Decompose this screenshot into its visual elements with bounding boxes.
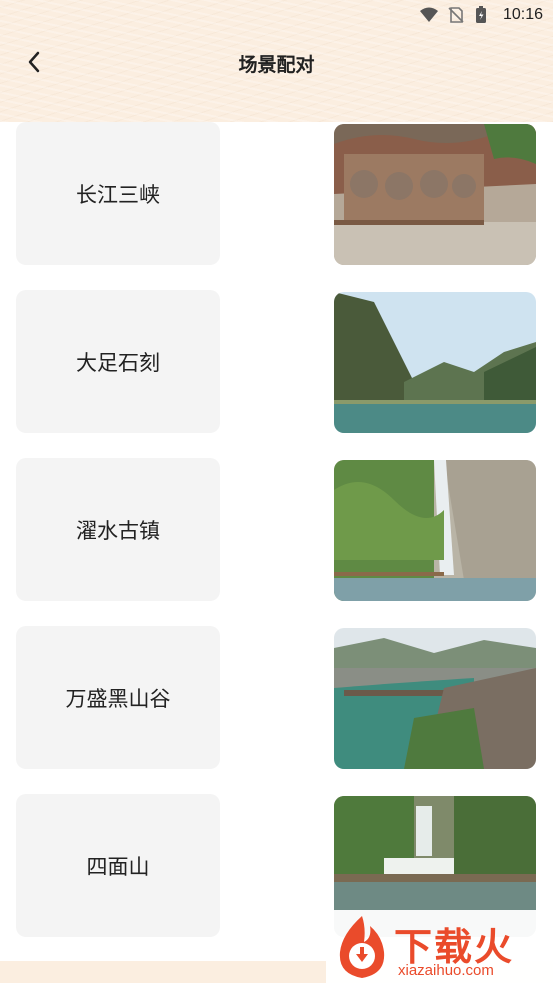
battery-icon bbox=[475, 6, 495, 24]
page-title: 场景配对 bbox=[238, 55, 315, 76]
no-sim-icon bbox=[447, 6, 467, 24]
watermark-domain: xiazaihuo.com bbox=[398, 962, 494, 979]
name-card-label: 四面山 bbox=[86, 855, 150, 879]
watermark: 下载火 xiazaihuo.com bbox=[326, 910, 553, 983]
scene-photo[interactable] bbox=[334, 292, 536, 433]
name-card[interactable]: 濯水古镇 bbox=[16, 458, 220, 601]
wifi-icon bbox=[419, 6, 439, 24]
name-card-label: 濯水古镇 bbox=[76, 519, 160, 543]
name-card[interactable]: 大足石刻 bbox=[16, 290, 220, 433]
pair-row: 濯水古镇 bbox=[0, 458, 553, 606]
name-card-label: 长江三峡 bbox=[76, 183, 160, 207]
pair-row: 万盛黑山谷 bbox=[0, 626, 553, 774]
name-card-label: 大足石刻 bbox=[76, 351, 160, 375]
name-card[interactable]: 四面山 bbox=[16, 794, 220, 937]
name-card[interactable]: 长江三峡 bbox=[16, 122, 220, 265]
scene-photo[interactable] bbox=[334, 460, 536, 601]
scene-photo[interactable] bbox=[334, 124, 536, 265]
status-bar: 10:16 bbox=[419, 0, 543, 30]
scene-photo[interactable] bbox=[334, 628, 536, 769]
header-bar: 10:16 场景配对 bbox=[0, 0, 553, 122]
name-card[interactable]: 万盛黑山谷 bbox=[16, 626, 220, 769]
pair-row: 大足石刻 bbox=[0, 290, 553, 438]
status-time: 10:16 bbox=[502, 6, 543, 23]
flame-logo-icon bbox=[332, 914, 392, 985]
name-card-label: 万盛黑山谷 bbox=[65, 687, 171, 711]
pair-row: 长江三峡 bbox=[0, 122, 553, 270]
